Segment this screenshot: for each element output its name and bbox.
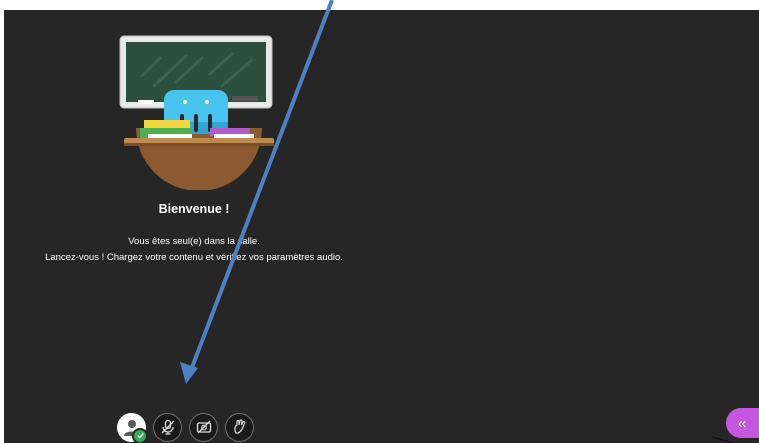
status-available-icon [132,427,148,443]
collaborate-room-stage: Bienvenue ! Vous êtes seul(e) dans la sa… [4,10,759,443]
classroom-illustration [119,35,274,190]
session-toolbar [117,410,254,443]
raise-hand-icon [233,419,245,434]
camera-off-icon [196,420,211,434]
welcome-title: Bienvenue ! [158,202,230,216]
open-collaborate-panel-button[interactable]: « [726,408,759,438]
camera-toggle-button[interactable] [189,412,218,442]
raise-hand-button[interactable] [225,412,254,442]
microphone-muted-icon [161,419,174,435]
welcome-message-instructions: Lancez-vous ! Chargez votre contenu et v… [45,252,343,263]
my-profile-button[interactable] [117,412,148,443]
microphone-toggle-button[interactable] [153,412,182,442]
double-chevron-left-icon: « [738,414,747,432]
welcome-message-alone: Vous êtes seul(e) dans la salle. [128,236,260,247]
